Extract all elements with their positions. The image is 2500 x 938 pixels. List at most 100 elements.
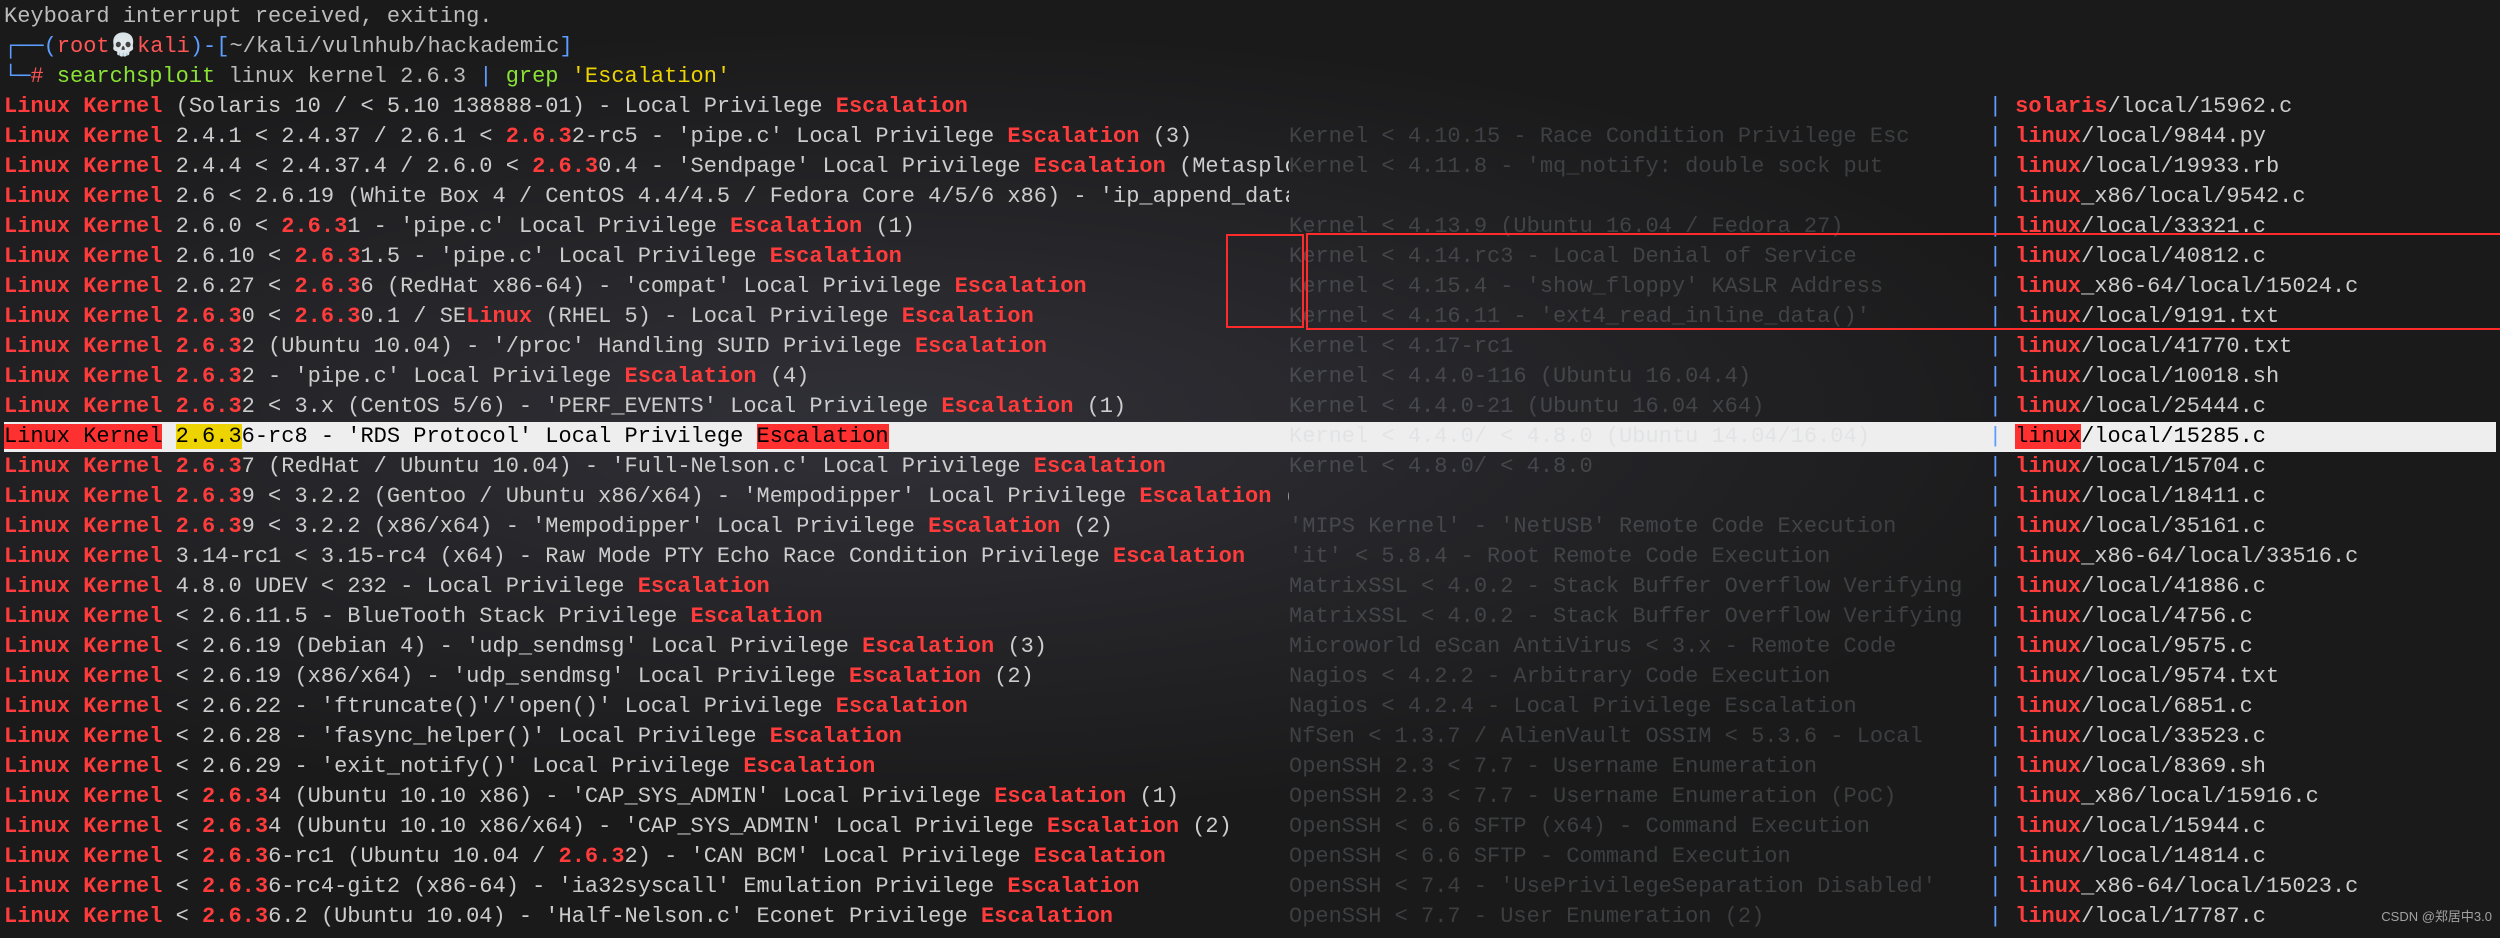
command-searchsploit[interactable]: searchsploit [57,64,215,89]
version-match: 2.6.3 [294,274,360,299]
path-dir: linux [2015,454,2081,479]
column-separator: | [1976,424,2016,449]
exploit-path: /local/33321.c [2081,214,2266,239]
path-dir: linux [2015,184,2081,209]
result-row[interactable]: Linux Kernel (Solaris 10 / < 5.10 138888… [4,92,2496,122]
background-ghost-text [1289,94,1976,119]
escalation-match: Escalation [625,364,757,389]
escalation-match: Escalation [1034,154,1166,179]
exploit-title-prefix: Linux Kernel [4,604,162,629]
command-grep[interactable]: grep [493,64,572,89]
version-match: 2.6.3 [176,424,242,449]
result-row[interactable]: Linux Kernel 2.6.36-rc8 - 'RDS Protocol'… [4,422,2496,452]
result-row[interactable]: Linux Kernel 2.6.32 < 3.x (CentOS 5/6) -… [4,392,2496,422]
version-match: 2.6.3 [176,454,242,479]
path-dir: linux [2015,724,2081,749]
result-row[interactable]: Linux Kernel < 2.6.19 (Debian 4) - 'udp_… [4,632,2496,662]
background-ghost-text: NfSen < 1.3.7 / AlienVault OSSIM < 5.3.6… [1289,724,1976,749]
background-ghost-text: OpenSSH < 7.4 - 'UsePrivilegeSeparation … [1289,874,1976,899]
result-row[interactable]: Linux Kernel < 2.6.36-rc4-git2 (x86-64) … [4,872,2496,902]
exploit-path: _x86-64/local/15024.c [2081,274,2358,299]
result-row[interactable]: Linux Kernel 2.6.32 (Ubuntu 10.04) - '/p… [4,332,2496,362]
background-ghost-text: OpenSSH 2.3 < 7.7 - Username Enumeration [1289,754,1976,779]
escalation-match: Escalation [770,244,902,269]
result-row[interactable]: Linux Kernel < 2.6.22 - 'ftruncate()'/'o… [4,692,2496,722]
result-row[interactable]: Linux Kernel 2.6.39 < 3.2.2 (x86/x64) - … [4,512,2496,542]
column-separator: | [1976,724,2016,749]
background-ghost-text: OpenSSH < 6.6 SFTP (x64) - Command Execu… [1289,814,1976,839]
prompt-line-2[interactable]: └─# searchsploit linux kernel 2.6.3 | gr… [4,62,2496,92]
command-args[interactable]: linux kernel 2.6.3 [215,64,479,89]
version-match: 2.6.3 [176,364,242,389]
path-dir: linux [2015,274,2081,299]
exploit-title-prefix: Linux Kernel [4,874,162,899]
exploit-title-prefix: Linux Kernel [4,514,162,539]
exploit-path: _x86/local/9542.c [2081,184,2305,209]
result-row[interactable]: Linux Kernel < 2.6.36.2 (Ubuntu 10.04) -… [4,902,2496,932]
background-ghost-text: Kernel < 4.16.11 - 'ext4_read_inline_dat… [1289,304,1976,329]
exploit-title-prefix: Linux Kernel [4,124,162,149]
result-row[interactable]: Linux Kernel 3.14-rc1 < 3.15-rc4 (x64) -… [4,542,2496,572]
result-row[interactable]: Linux Kernel 2.6 < 2.6.19 (White Box 4 /… [4,182,2496,212]
exploit-title-prefix: Linux Kernel [4,184,162,209]
column-separator: | [1976,664,2016,689]
exploit-path: /local/10018.sh [2081,364,2279,389]
version-match: 2.6.3 [176,484,242,509]
exploit-title-prefix: Linux Kernel [4,484,162,509]
result-row[interactable]: Linux Kernel 2.6.32 - 'pipe.c' Local Pri… [4,362,2496,392]
result-row[interactable]: Linux Kernel 2.6.39 < 3.2.2 (Gentoo / Ub… [4,482,2496,512]
exploit-path: /local/19933.rb [2081,154,2279,179]
version-match: 2.6.3 [281,214,347,239]
result-row[interactable]: Linux Kernel < 2.6.19 (x86/x64) - 'udp_s… [4,662,2496,692]
grep-pattern[interactable]: 'Escalation' [572,64,730,89]
escalation-match: Escalation [849,664,981,689]
column-separator: | [1976,844,2016,869]
exploit-path: /local/9844.py [2081,124,2266,149]
path-dir: linux [2015,634,2081,659]
result-row[interactable]: Linux Kernel 2.6.27 < 2.6.36 (RedHat x86… [4,272,2496,302]
exploit-title-prefix: Linux Kernel [4,634,162,659]
result-row[interactable]: Linux Kernel < 2.6.34 (Ubuntu 10.10 x86/… [4,812,2496,842]
escalation-match: Escalation [638,574,770,599]
result-row[interactable]: Linux Kernel 2.6.30 < 2.6.30.1 / SELinux… [4,302,2496,332]
column-separator: | [1976,634,2016,659]
exploit-path: /local/25444.c [2081,394,2266,419]
column-separator: | [1976,184,2016,209]
background-ghost-text: Kernel < 4.10.15 - Race Condition Privil… [1289,124,1976,149]
exploit-path: /local/18411.c [2081,484,2266,509]
exploit-title-prefix: Linux Kernel [4,154,162,179]
result-row[interactable]: Linux Kernel 4.8.0 UDEV < 232 - Local Pr… [4,572,2496,602]
version-match: 2.6.3 [202,814,268,839]
exploit-title-prefix: Linux Kernel [4,424,162,449]
exploit-path: /local/17787.c [2081,904,2266,929]
result-row[interactable]: Linux Kernel < 2.6.28 - 'fasync_helper()… [4,722,2496,752]
result-row[interactable]: Linux Kernel < 2.6.34 (Ubuntu 10.10 x86)… [4,782,2496,812]
result-row[interactable]: Linux Kernel 2.4.4 < 2.4.37.4 / 2.6.0 < … [4,152,2496,182]
escalation-match: Escalation [1047,814,1179,839]
column-separator: | [1976,454,2016,479]
escalation-match: Escalation [757,424,889,449]
result-row[interactable]: Linux Kernel < 2.6.29 - 'exit_notify()' … [4,752,2496,782]
result-row[interactable]: Linux Kernel < 2.6.11.5 - BlueTooth Stac… [4,602,2496,632]
path-dir: linux [2015,874,2081,899]
exploit-title-prefix: Linux Kernel [4,724,162,749]
path-dir: linux [2015,364,2081,389]
column-separator: | [1976,214,2016,239]
background-ghost-text: MatrixSSL < 4.0.2 - Stack Buffer Overflo… [1289,604,1976,629]
result-row[interactable]: Linux Kernel 2.6.10 < 2.6.31.5 - 'pipe.c… [4,242,2496,272]
escalation-match: Escalation [1007,874,1139,899]
path-dir: linux [2015,604,2081,629]
result-row[interactable]: Linux Kernel 2.6.0 < 2.6.31 - 'pipe.c' L… [4,212,2496,242]
path-dir: linux [2015,154,2081,179]
column-separator: | [1976,814,2016,839]
exploit-title-prefix: Linux Kernel [4,694,162,719]
result-row[interactable]: Linux Kernel < 2.6.36-rc1 (Ubuntu 10.04 … [4,842,2496,872]
result-row[interactable]: Linux Kernel 2.4.1 < 2.4.37 / 2.6.1 < 2.… [4,122,2496,152]
path-dir: linux [2015,424,2081,449]
path-dir: linux [2015,244,2081,269]
exploit-title-prefix: Linux Kernel [4,814,162,839]
escalation-match: Escalation [1007,124,1139,149]
version-match: 2.6.3 [176,334,242,359]
result-row[interactable]: Linux Kernel 2.6.37 (RedHat / Ubuntu 10.… [4,452,2496,482]
exploit-title-prefix: Linux Kernel [4,574,162,599]
